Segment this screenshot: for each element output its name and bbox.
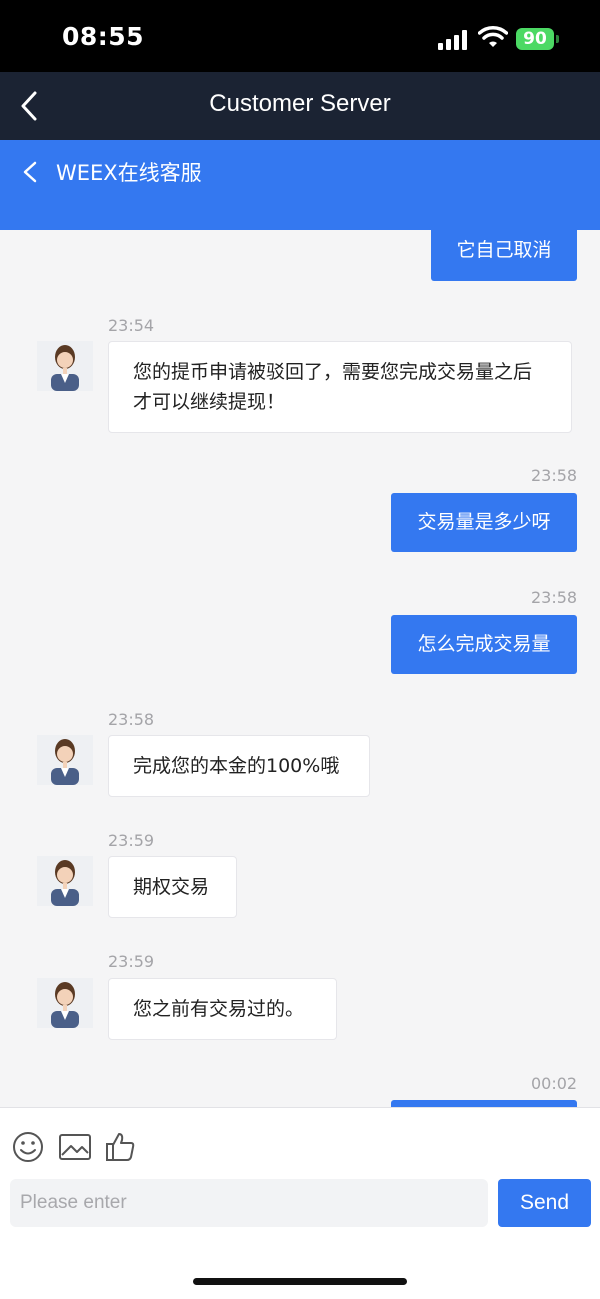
- message-bubble-outgoing[interactable]: 它自己取消: [431, 230, 577, 281]
- chat-subheader: WEEX在线客服: [0, 140, 600, 230]
- app-header: Customer Server: [0, 72, 600, 140]
- message-bubble-outgoing[interactable]: [391, 1100, 577, 1107]
- message-bubble-incoming[interactable]: 您的提币申请被驳回了，需要您完成交易量之后才可以继续提现！: [108, 341, 572, 433]
- message-input[interactable]: [10, 1179, 488, 1227]
- battery-indicator: 90: [516, 28, 554, 50]
- agent-avatar: [37, 978, 93, 1028]
- status-bar: 08:55 90: [0, 0, 600, 72]
- message-bubble-outgoing[interactable]: 交易量是多少呀: [391, 493, 577, 552]
- chat-messages[interactable]: 它自己取消 23:54 您的提币申请被驳回了，需要您完成交易量之后才可以继续提现…: [0, 230, 600, 1107]
- agent-avatar: [37, 856, 93, 906]
- message-timestamp: 00:02: [531, 1074, 578, 1093]
- message-timestamp: 23:58: [531, 588, 578, 607]
- message-timestamp: 23:59: [108, 952, 155, 971]
- agent-avatar: [37, 735, 93, 785]
- wifi-icon: [478, 26, 508, 47]
- message-text: 它自己取消: [456, 239, 552, 261]
- send-button[interactable]: Send: [498, 1179, 591, 1227]
- message-text: 期权交易: [133, 876, 210, 898]
- message-timestamp: 23:58: [108, 710, 155, 729]
- message-text: 交易量是多少呀: [417, 511, 551, 533]
- message-bubble-incoming[interactable]: 您之前有交易过的。: [108, 978, 337, 1040]
- message-timestamp: 23:54: [108, 316, 155, 335]
- status-time: 08:55: [62, 22, 145, 51]
- composer-panel: Send: [0, 1107, 600, 1299]
- message-bubble-incoming[interactable]: 完成您的本金的100%哦: [108, 735, 370, 797]
- thumbs-up-icon[interactable]: [104, 1130, 138, 1164]
- home-indicator: [193, 1278, 407, 1285]
- message-bubble-incoming[interactable]: 期权交易: [108, 856, 237, 918]
- agent-avatar: [37, 341, 93, 391]
- message-text: 您的提币申请被驳回了，需要您完成交易量之后才可以继续提现！: [133, 361, 533, 413]
- message-timestamp: 23:59: [108, 831, 155, 850]
- message-text: 完成您的本金的100%哦: [133, 755, 340, 777]
- smiley-icon[interactable]: [11, 1130, 45, 1164]
- page-title: Customer Server: [209, 90, 391, 117]
- image-icon[interactable]: [58, 1130, 92, 1164]
- message-bubble-outgoing[interactable]: 怎么完成交易量: [391, 615, 577, 674]
- battery-cap: [556, 35, 559, 43]
- chevron-left-icon[interactable]: [22, 161, 38, 183]
- message-timestamp: 23:58: [531, 466, 578, 485]
- battery-level: 90: [523, 29, 547, 49]
- message-text: 怎么完成交易量: [417, 633, 551, 655]
- cellular-signal-icon: [438, 30, 467, 50]
- chat-title: WEEX在线客服: [56, 161, 202, 185]
- message-text: 您之前有交易过的。: [133, 998, 305, 1020]
